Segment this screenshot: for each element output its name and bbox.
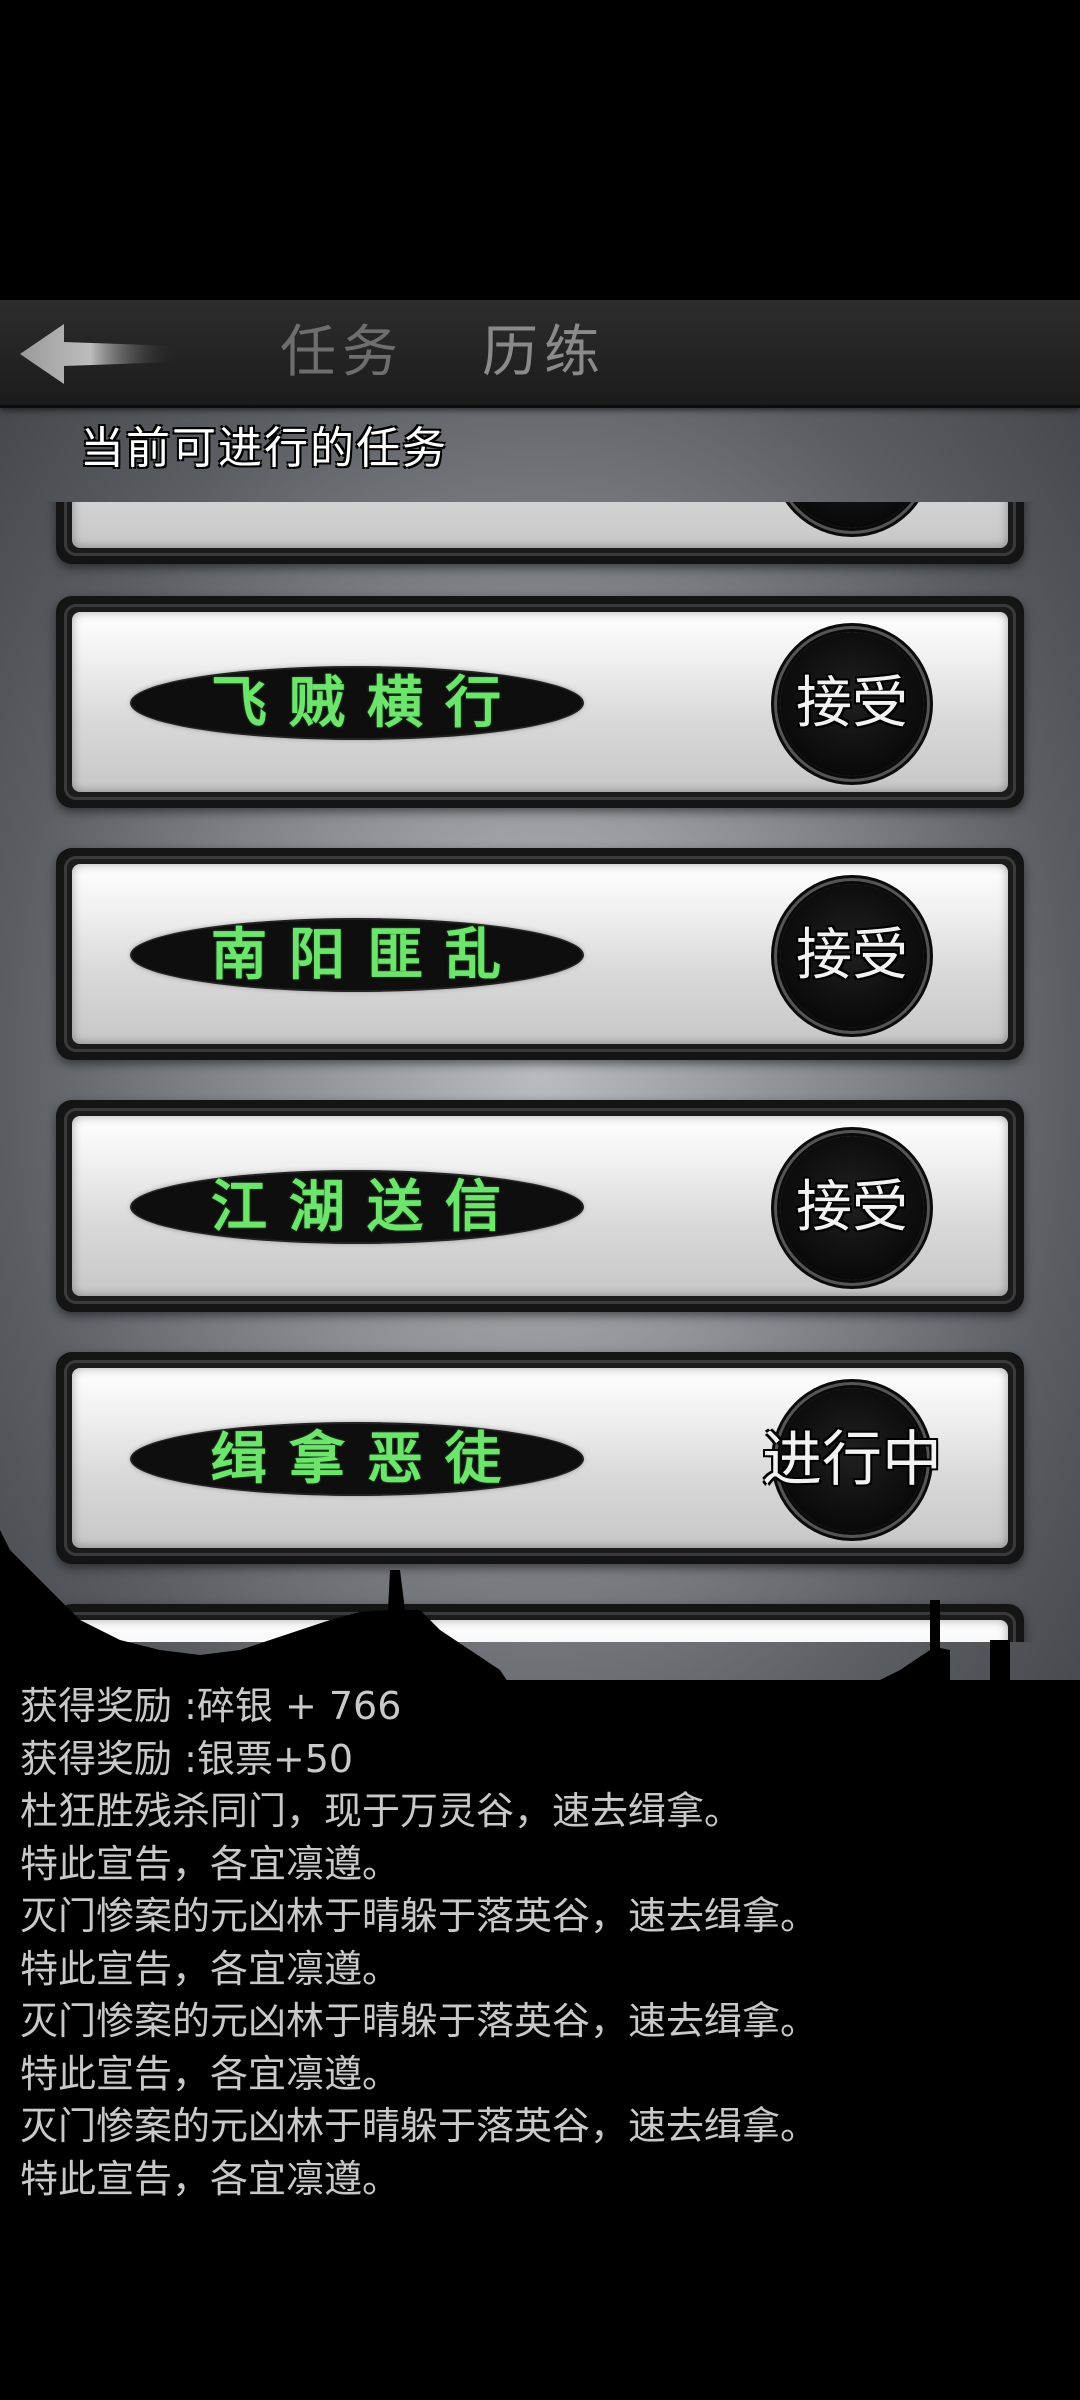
accept-button[interactable]: 接受 [780, 1136, 924, 1280]
log-line: 特此宣告，各宜凛遵。 [20, 1841, 401, 1886]
task-name: 江湖送信 [211, 1174, 523, 1240]
log-line: 灭门惨案的元凶林于晴躲于落英谷，速去缉拿。 [20, 2104, 819, 2148]
task-name: 缉拿恶徒 [211, 1426, 523, 1492]
action-label: 接受 [796, 923, 908, 988]
log-line: 灭门惨案的元凶林于晴躲于落英谷，速去缉拿。 [20, 1999, 819, 2043]
log-line: 特此宣告，各宜凛遵。 [20, 2051, 401, 2096]
card-frame: 缉拿恶徒 进行中 [64, 1360, 1016, 1556]
card-frame: 南阳匪乱 接受 [64, 856, 1016, 1052]
task-name-plate: 江湖送信 [132, 1172, 582, 1242]
card-face: 江湖送信 接受 [72, 1116, 1008, 1296]
card-face: 飞贼横行 接受 [72, 612, 1008, 792]
task-name: 南阳匪乱 [211, 922, 523, 988]
tab-task[interactable]: 任务 [280, 318, 404, 388]
log-line: 获得奖励 :碎银 + 766 [20, 1684, 402, 1728]
log-line: 灭门惨案的元凶林于晴躲于落英谷，速去缉拿。 [20, 1894, 819, 1938]
partial-action-button[interactable] [780, 502, 924, 528]
message-log: 获得奖励 :碎银 + 766 获得奖励 :银票+50 杜狂胜残杀同门，现于万灵谷… [20, 1680, 1060, 2205]
card-frame [64, 502, 1016, 556]
accept-button[interactable]: 接受 [780, 884, 924, 1028]
task-card: 飞贼横行 接受 [56, 596, 1024, 808]
log-line: 特此宣告，各宜凛遵。 [20, 2156, 401, 2201]
task-card: 南阳匪乱 接受 [56, 848, 1024, 1060]
card-face [72, 502, 1008, 548]
action-label: 进行中 [762, 1425, 942, 1495]
section-title: 当前可进行的任务 [80, 423, 448, 474]
back-arrow-icon [20, 324, 176, 384]
tab-training[interactable]: 历练 [482, 318, 606, 388]
task-name-plate: 缉拿恶徒 [132, 1424, 582, 1494]
action-label: 接受 [796, 671, 908, 736]
task-card-partial-top [56, 502, 1024, 564]
back-button[interactable] [18, 322, 178, 386]
card-face: 南阳匪乱 接受 [72, 864, 1008, 1044]
log-line: 获得奖励 :银票+50 [20, 1736, 354, 1781]
in-progress-button[interactable]: 进行中 [762, 1388, 942, 1532]
card-frame: 江湖送信 接受 [64, 1108, 1016, 1304]
task-card: 江湖送信 接受 [56, 1100, 1024, 1312]
task-name: 飞贼横行 [211, 670, 523, 736]
task-name-plate: 南阳匪乱 [132, 920, 582, 990]
card-face: 缉拿恶徒 进行中 [72, 1368, 1008, 1548]
top-blank-area [0, 0, 1080, 300]
card-frame: 飞贼横行 接受 [64, 604, 1016, 800]
task-list[interactable]: 飞贼横行 接受 南阳匪乱 接受 江湖送信 接受 缉拿恶徒 进行中 [0, 502, 1080, 1642]
app-screen: 任务 历练 当前可进行的任务 飞贼横行 接受 南阳匪乱 接受 江湖送信 接受 缉… [0, 0, 1080, 2400]
task-name-plate: 飞贼横行 [132, 668, 582, 738]
header-bar: 任务 历练 [0, 300, 1080, 408]
action-label: 接受 [796, 1175, 908, 1240]
accept-button[interactable]: 接受 [780, 632, 924, 776]
log-line: 杜狂胜残杀同门，现于万灵谷，速去缉拿。 [20, 1789, 743, 1833]
log-line: 特此宣告，各宜凛遵。 [20, 1946, 401, 1991]
